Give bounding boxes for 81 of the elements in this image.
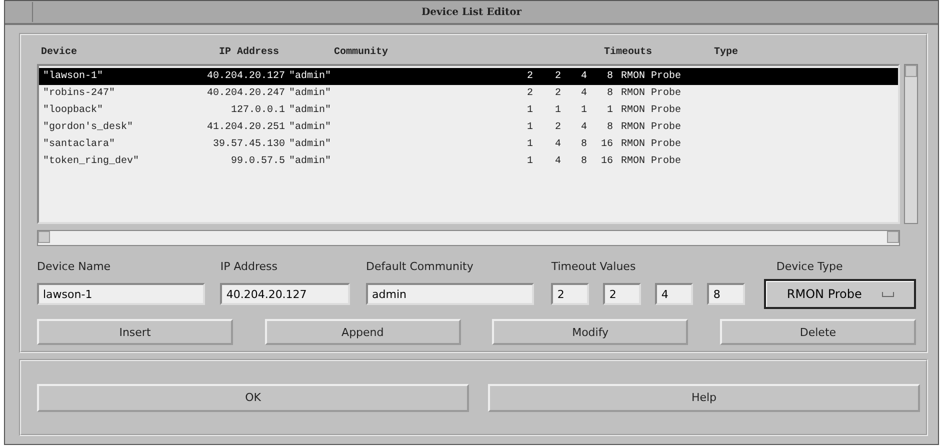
timeout-value: 8 — [580, 138, 587, 152]
device-type: RMON Probe — [620, 138, 682, 152]
timeout-value: 2 — [526, 70, 533, 84]
device-type: RMON Probe — [620, 120, 682, 135]
ip-address-field[interactable]: 40.204.20.127 — [220, 283, 350, 305]
device-name: "loopback" — [43, 104, 104, 118]
community: "admin" — [289, 86, 332, 101]
column-header: IP Address — [219, 47, 280, 58]
timeout-field[interactable]: 8 — [707, 283, 746, 305]
community: "admin" — [289, 104, 332, 118]
device-name: "santaclara" — [43, 138, 116, 152]
device-type: RMON Probe — [620, 104, 682, 118]
device-type: RMON Probe — [620, 86, 682, 101]
timeout-value: 1 — [606, 104, 613, 118]
community: "admin" — [289, 70, 332, 84]
ip-address: 40.204.20.247 — [206, 87, 285, 101]
timeout-field[interactable]: 2 — [603, 283, 642, 305]
action-button[interactable]: Insert — [37, 319, 233, 345]
timeout-value: 1 — [526, 138, 533, 152]
field-label: Default Community — [366, 260, 474, 273]
device-name-field[interactable]: lawson-1 — [37, 283, 205, 305]
device-type: RMON Probe — [620, 154, 682, 169]
ip-address: 39.57.45.130 — [212, 138, 285, 152]
field-label: Device Name — [37, 260, 112, 273]
device-name: "lawson-1" — [43, 70, 104, 84]
timeout-value: 2 — [554, 87, 561, 101]
field-label: Device Type — [775, 260, 844, 273]
timeout-value: 4 — [554, 155, 561, 169]
device-name: "token_ring_dev" — [43, 154, 140, 169]
device-row[interactable]: "token_ring_dev" 99.0.57.5 "admin" 1 4 8 16 RMON Probe — [39, 153, 898, 170]
community: "admin" — [289, 138, 332, 152]
device-row[interactable]: "loopback" 127.0.0.1 "admin" 1 1 1 1 RMON Probe — [39, 102, 898, 119]
field-label: IP Address — [220, 260, 279, 273]
window-title: Device List Editor — [420, 6, 523, 18]
community: "admin" — [289, 154, 332, 169]
timeout-value: 1 — [554, 104, 561, 118]
timeout-value: 2 — [526, 87, 533, 101]
ip-address: 41.204.20.251 — [206, 121, 285, 135]
ip-address: 40.204.20.127 — [206, 70, 285, 84]
timeout-value: 8 — [606, 70, 613, 84]
timeout-value: 4 — [580, 70, 587, 84]
field-label: Timeout Values — [551, 260, 637, 273]
timeout-value: 8 — [606, 121, 613, 135]
vertical-scrollbar[interactable] — [904, 64, 918, 224]
column-header: Community — [334, 47, 390, 58]
community: "admin" — [289, 120, 332, 135]
ip-address: 99.0.57.5 — [230, 155, 285, 169]
timeout-field[interactable]: 4 — [655, 283, 694, 305]
device-name: "robins-247" — [43, 86, 116, 101]
timeout-value: 2 — [554, 70, 561, 84]
device-row[interactable]: "robins-247" 40.204.20.247 "admin" 2 2 4 8 RMON Probe — [39, 85, 898, 102]
timeout-value: 8 — [580, 155, 587, 169]
column-header: Device — [41, 47, 78, 58]
device-type: RMON Probe — [620, 70, 682, 84]
device-row[interactable]: "santaclara" 39.57.45.130 "admin" 1 4 8 16 RMON Probe — [39, 136, 898, 153]
timeout-value: 4 — [580, 121, 587, 135]
community-field[interactable]: admin — [366, 283, 534, 305]
timeout-value: 4 — [580, 87, 587, 101]
timeout-value: 1 — [526, 104, 533, 118]
timeout-field[interactable]: 2 — [551, 283, 590, 305]
dialog-button[interactable]: Help — [488, 384, 920, 412]
device-type-dropdown[interactable]: RMON Probe — [764, 279, 916, 309]
timeout-value: 1 — [526, 121, 533, 135]
timeout-value: 16 — [600, 138, 613, 152]
timeout-value: 8 — [606, 87, 613, 101]
device-row[interactable]: "gordon's_desk" 41.204.20.251 "admin" 1 2 4 8 RMON Probe — [39, 119, 898, 136]
device-row[interactable]: "lawson-1" 40.204.20.127 "admin" 2 2 4 8 RMON Probe — [39, 68, 898, 85]
action-button[interactable]: Append — [264, 319, 461, 345]
timeout-value: 16 — [600, 155, 613, 169]
column-header: Type — [714, 47, 740, 58]
timeout-value: 2 — [554, 121, 561, 135]
action-button[interactable]: Modify — [492, 319, 688, 345]
timeout-value: 1 — [580, 104, 587, 118]
column-header: Timeouts — [604, 47, 654, 58]
timeout-value: 1 — [526, 155, 533, 169]
dialog-button[interactable]: OK — [37, 384, 469, 412]
timeout-value: 4 — [554, 138, 561, 152]
action-button[interactable]: Delete — [720, 319, 916, 345]
ip-address: 127.0.0.1 — [230, 104, 285, 118]
device-name: "gordon's_desk" — [43, 120, 134, 135]
horizontal-scrollbar[interactable] — [37, 230, 900, 246]
